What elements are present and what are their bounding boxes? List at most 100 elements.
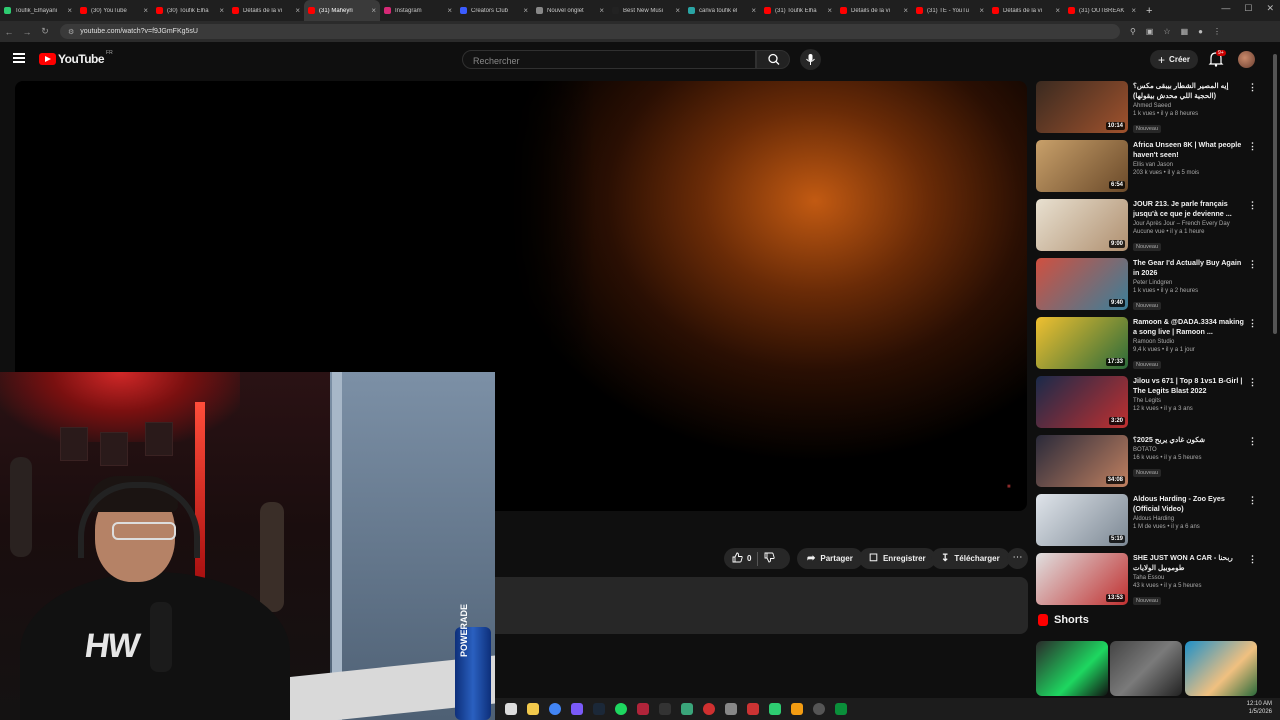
recommended-video[interactable]: 9:40 The Gear I'd Actually Buy Again in 2… <box>1036 258 1266 317</box>
video-title[interactable]: إيه المصير الشطار بيبقى مكس؟ (الحجية الل… <box>1133 81 1245 101</box>
tab-close-icon[interactable]: × <box>219 6 224 15</box>
tab-close-icon[interactable]: × <box>675 6 680 15</box>
channel-name[interactable]: Taha Essou <box>1133 575 1245 581</box>
video-title[interactable]: Africa Unseen 8K | What people haven't s… <box>1133 140 1245 160</box>
recommended-video[interactable]: 10:14 إيه المصير الشطار بيبقى مكس؟ (الحجي… <box>1036 81 1266 140</box>
tab-close-icon[interactable]: × <box>827 6 832 15</box>
more-actions-button[interactable]: ⋯ <box>1007 548 1028 569</box>
video-thumbnail[interactable]: 3:20 <box>1036 376 1128 428</box>
voice-search-button[interactable] <box>800 49 821 70</box>
tab-close-icon[interactable]: × <box>1055 6 1060 15</box>
like-button[interactable] <box>732 552 743 565</box>
recommended-video[interactable]: 9:00 JOUR 213. Je parle français jusqu'à … <box>1036 199 1266 258</box>
system-clock[interactable]: 12:10 AM 1/5/2026 <box>1247 700 1272 716</box>
browser-tab[interactable]: Best New Musi × <box>608 0 684 21</box>
scrollbar-thumb[interactable] <box>1273 54 1277 334</box>
dislike-button[interactable] <box>764 552 776 565</box>
video-thumbnail[interactable]: 9:40 <box>1036 258 1128 310</box>
channel-name[interactable]: Ellis van Jason <box>1133 162 1245 168</box>
tab-close-icon[interactable]: × <box>751 6 756 15</box>
video-options-icon[interactable]: ⋮ <box>1248 496 1257 505</box>
video-title[interactable]: The Gear I'd Actually Buy Again in 2026 <box>1133 258 1245 278</box>
recommended-video[interactable]: 34:08 شكون غادي يربح 2025؟ BOTATO 16 k vues… <box>1036 435 1266 494</box>
channel-name[interactable]: BOTATO <box>1133 447 1245 453</box>
video-thumbnail[interactable]: 9:00 <box>1036 199 1128 251</box>
tab-close-icon[interactable]: × <box>523 6 528 15</box>
video-thumbnail[interactable]: 13:53 <box>1036 553 1128 605</box>
video-options-icon[interactable]: ⋮ <box>1248 260 1257 269</box>
video-options-icon[interactable]: ⋮ <box>1248 201 1257 210</box>
video-title[interactable]: Ramoon & @DADA.3334 making a song live |… <box>1133 317 1245 337</box>
discord-icon[interactable] <box>571 703 583 715</box>
tab-close-icon[interactable]: × <box>447 6 452 15</box>
browser-tab[interactable]: Creators Club × <box>456 0 532 21</box>
recommended-video[interactable]: 17:33 Ramoon & @DADA.3334 making a song l… <box>1036 317 1266 376</box>
zoom-icon[interactable]: ⚲ <box>1130 27 1136 36</box>
short-thumbnail[interactable] <box>1036 641 1108 696</box>
video-title[interactable]: JOUR 213. Je parle français jusqu'à ce q… <box>1133 199 1245 219</box>
video-title[interactable]: SHE JUST WON A CAR - ربحنا طوموبيل الولا… <box>1133 553 1245 573</box>
file-icon[interactable] <box>505 703 517 715</box>
new-tab-button[interactable]: + <box>1146 5 1152 17</box>
video-thumbnail[interactable]: 5:19 <box>1036 494 1128 546</box>
url-field[interactable]: ⚙ youtube.com/watch?v=f9JGmFKg5sU <box>60 24 1120 39</box>
browser-tab[interactable]: Détails de la vi × <box>228 0 304 21</box>
app-icon[interactable] <box>769 703 781 715</box>
channel-name[interactable]: Ramoon Studio <box>1133 339 1245 345</box>
video-options-icon[interactable]: ⋮ <box>1248 378 1257 387</box>
search-input[interactable] <box>471 55 745 67</box>
app-icon[interactable] <box>791 703 803 715</box>
extensions-icon[interactable]: ▦ <box>1181 27 1189 36</box>
video-thumbnail[interactable]: 10:14 <box>1036 81 1128 133</box>
video-title[interactable]: Jilou vs 671 | Top 8 1vs1 B-Girl | The L… <box>1133 376 1245 396</box>
profile-icon[interactable]: ● <box>1198 27 1203 36</box>
youtube-logo[interactable]: YouTube FR <box>39 50 113 66</box>
site-info-icon[interactable]: ⚙ <box>68 28 74 36</box>
video-options-icon[interactable]: ⋮ <box>1248 437 1257 446</box>
tab-close-icon[interactable]: × <box>1131 6 1136 15</box>
video-thumbnail[interactable]: 17:33 <box>1036 317 1128 369</box>
share-button[interactable]: ➦ Partager <box>797 548 863 569</box>
account-avatar[interactable] <box>1238 51 1255 68</box>
description-box[interactable] <box>495 577 1028 634</box>
browser-tab[interactable]: (30) YouTube × <box>76 0 152 21</box>
channel-name[interactable]: Peter Lindgren <box>1133 280 1245 286</box>
tab-close-icon[interactable]: × <box>979 6 984 15</box>
browser-tab[interactable]: (31) Maheyri × <box>304 0 380 21</box>
app-icon[interactable] <box>637 703 649 715</box>
browser-tab[interactable]: Instagram × <box>380 0 456 21</box>
recommended-video[interactable]: 3:20 Jilou vs 671 | Top 8 1vs1 B-Girl | T… <box>1036 376 1266 435</box>
short-thumbnail[interactable] <box>1110 641 1182 696</box>
browser-menu-icon[interactable]: ⋮ <box>1213 27 1221 36</box>
folder-icon[interactable] <box>527 703 539 715</box>
save-button[interactable]: ☐ Enregistrer <box>859 548 936 569</box>
browser-tab[interactable]: Nouvel onglet × <box>532 0 608 21</box>
create-button[interactable]: + Créer <box>1150 50 1198 69</box>
recommended-video[interactable]: 6:54 Africa Unseen 8K | What people haven… <box>1036 140 1266 199</box>
browser-tab[interactable]: Détails de la vi × <box>988 0 1064 21</box>
recommended-video[interactable]: 13:53 SHE JUST WON A CAR - ربحنا طوموبيل … <box>1036 553 1266 612</box>
menu-icon[interactable] <box>13 53 25 63</box>
channel-name[interactable]: The Legits <box>1133 398 1245 404</box>
tab-close-icon[interactable]: × <box>67 6 72 15</box>
browser-tab[interactable]: (30) Toufik Elha × <box>152 0 228 21</box>
video-options-icon[interactable]: ⋮ <box>1248 555 1257 564</box>
app-icon[interactable] <box>681 703 693 715</box>
video-options-icon[interactable]: ⋮ <box>1248 142 1257 151</box>
browser-tab[interactable]: canva toufik el × <box>684 0 760 21</box>
download-button[interactable]: ↧ Télécharger <box>931 548 1010 569</box>
epic-games-icon[interactable] <box>659 703 671 715</box>
app-icon[interactable] <box>703 703 715 715</box>
reload-icon[interactable]: ↻ <box>36 26 54 37</box>
page-scrollbar[interactable] <box>1272 44 1278 698</box>
browser-tab[interactable]: (31) Toufik Elha × <box>760 0 836 21</box>
app-icon[interactable] <box>835 703 847 715</box>
tab-close-icon[interactable]: × <box>143 6 148 15</box>
browser-tab[interactable]: Toufik_Elhayani × <box>0 0 76 21</box>
browser-tab[interactable]: Détails de la vi × <box>836 0 912 21</box>
back-icon[interactable]: ← <box>0 27 18 37</box>
app-icon[interactable] <box>747 703 759 715</box>
steam-icon[interactable] <box>593 703 605 715</box>
video-options-icon[interactable]: ⋮ <box>1248 319 1257 328</box>
close-window-icon[interactable]: ✕ <box>1266 3 1274 14</box>
